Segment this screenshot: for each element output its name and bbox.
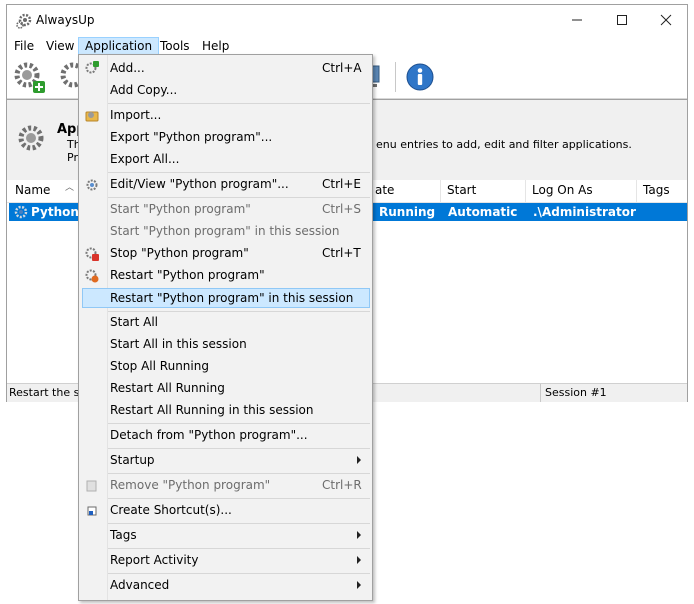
menu-separator xyxy=(108,197,370,198)
column-header-tags[interactable]: Tags xyxy=(643,183,670,197)
column-separator[interactable] xyxy=(440,180,441,202)
submenu-arrow-icon xyxy=(357,531,361,539)
shortcut-icon xyxy=(87,506,97,516)
import-icon xyxy=(85,111,99,122)
menu-bar: File View Application Tools Help xyxy=(7,36,687,56)
info-icon xyxy=(406,63,434,91)
menu-item-import[interactable]: Import... xyxy=(110,105,161,125)
menu-separator xyxy=(108,573,370,574)
row-state: Running xyxy=(379,205,436,219)
app-gear-icon xyxy=(16,13,32,29)
menu-icon-gutter xyxy=(79,55,108,600)
minimize-icon xyxy=(571,19,582,21)
column-separator[interactable] xyxy=(525,180,526,202)
shortcut-edit: Ctrl+E xyxy=(322,177,361,191)
menu-item-add[interactable]: Add... xyxy=(110,58,145,78)
column-header-start[interactable]: Start xyxy=(447,183,476,197)
menu-separator xyxy=(108,473,370,474)
maximize-button[interactable] xyxy=(599,5,644,35)
menu-item-restart-all-session[interactable]: Restart All Running in this session xyxy=(110,400,314,420)
menu-item-start-all[interactable]: Start All xyxy=(110,312,158,332)
minimize-button[interactable] xyxy=(554,5,599,35)
column-header-logon[interactable]: Log On As xyxy=(532,183,593,197)
info-text-tail: enu entries to add, edit and filter appl… xyxy=(376,138,632,151)
submenu-arrow-icon xyxy=(357,556,361,564)
edit-application-button[interactable] xyxy=(55,59,86,95)
status-separator xyxy=(540,384,541,402)
menu-item-tags[interactable]: Tags xyxy=(110,525,137,545)
menu-item-advanced[interactable]: Advanced xyxy=(110,575,169,595)
row-start: Automatic xyxy=(448,205,518,219)
add-application-button[interactable] xyxy=(11,59,47,95)
python-app-icon xyxy=(14,205,28,219)
menu-item-create-shortcut[interactable]: Create Shortcut(s)... xyxy=(110,500,232,520)
shortcut-remove: Ctrl+R xyxy=(322,478,362,492)
status-session: Session #1 xyxy=(545,386,607,399)
menu-item-start[interactable]: Start "Python program" xyxy=(110,199,251,219)
menu-item-restart-session[interactable]: Restart "Python program" in this session xyxy=(110,288,353,308)
menu-item-stop[interactable]: Stop "Python program" xyxy=(110,243,249,263)
menu-item-remove[interactable]: Remove "Python program" xyxy=(110,475,270,495)
menu-separator xyxy=(108,498,370,499)
toolbar-separator xyxy=(395,62,396,92)
edit-gear-icon xyxy=(86,179,98,191)
row-logon: .\Administrator xyxy=(533,205,636,219)
menu-application[interactable]: Application xyxy=(78,37,160,55)
about-button[interactable] xyxy=(405,62,435,92)
title-bar: AlwaysUp xyxy=(7,5,687,36)
menu-separator xyxy=(108,103,370,104)
menu-tools[interactable]: Tools xyxy=(154,37,196,55)
menu-help[interactable]: Help xyxy=(196,37,235,55)
application-dropdown-menu: Add... Ctrl+A Add Copy... Import... Expo… xyxy=(78,54,373,601)
menu-item-export-all[interactable]: Export All... xyxy=(110,149,179,169)
remove-icon xyxy=(86,480,97,492)
status-text: Restart the se xyxy=(9,386,87,399)
gear-icon xyxy=(18,125,44,151)
gear-icon xyxy=(60,62,86,88)
menu-separator xyxy=(108,548,370,549)
restart-icon xyxy=(85,269,99,283)
column-header-name[interactable]: Name xyxy=(15,183,50,197)
menu-item-detach[interactable]: Detach from "Python program"... xyxy=(110,425,308,445)
menu-item-start-session[interactable]: Start "Python program" in this session xyxy=(110,221,340,241)
menu-file[interactable]: File xyxy=(8,37,40,55)
menu-item-restart[interactable]: Restart "Python program" xyxy=(110,265,265,285)
stop-icon xyxy=(85,247,99,261)
add-gear-icon xyxy=(85,61,99,74)
menu-item-start-all-session[interactable]: Start All in this session xyxy=(110,334,247,354)
menu-item-report-activity[interactable]: Report Activity xyxy=(110,550,198,570)
window-title: AlwaysUp xyxy=(36,13,95,27)
shortcut-stop: Ctrl+T xyxy=(322,246,361,260)
gear-add-icon xyxy=(14,62,45,93)
menu-separator xyxy=(108,523,370,524)
submenu-arrow-icon xyxy=(357,581,361,589)
shortcut-start: Ctrl+S xyxy=(322,202,362,216)
close-icon xyxy=(660,14,671,26)
column-separator[interactable] xyxy=(636,180,637,202)
menu-separator xyxy=(108,448,370,449)
sort-ascending-icon: ︿ xyxy=(65,183,75,193)
menu-item-edit-view[interactable]: Edit/View "Python program"... xyxy=(110,174,289,194)
menu-item-export[interactable]: Export "Python program"... xyxy=(110,127,272,147)
menu-view[interactable]: View xyxy=(40,37,80,55)
maximize-icon xyxy=(616,15,627,25)
menu-item-restart-all[interactable]: Restart All Running xyxy=(110,378,225,398)
menu-item-stop-all[interactable]: Stop All Running xyxy=(110,356,209,376)
menu-separator xyxy=(108,423,370,424)
column-header-state[interactable]: ate xyxy=(375,183,394,197)
submenu-arrow-icon xyxy=(357,456,361,464)
shortcut-add: Ctrl+A xyxy=(322,61,362,75)
close-button[interactable] xyxy=(643,5,688,35)
menu-item-startup[interactable]: Startup xyxy=(110,450,155,470)
menu-separator xyxy=(108,172,370,173)
menu-item-add-copy[interactable]: Add Copy... xyxy=(110,80,177,100)
